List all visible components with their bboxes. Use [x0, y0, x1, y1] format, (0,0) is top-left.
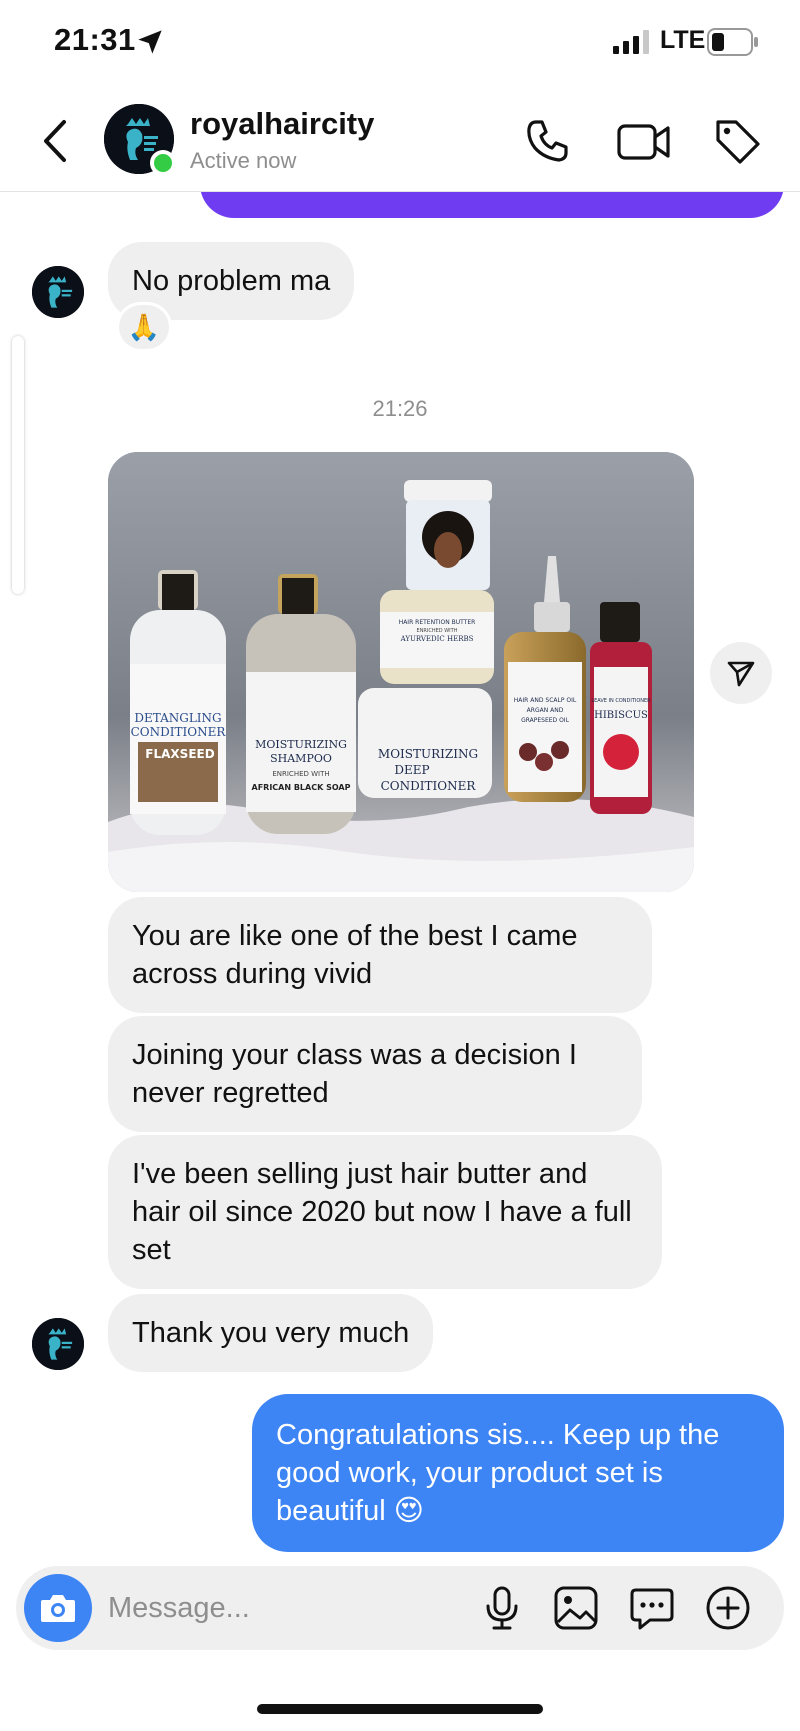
message-timestamp: 21:26 — [372, 396, 428, 421]
status-bar: 21:31 LTE — [0, 0, 800, 88]
signal-icon — [613, 30, 649, 54]
chat-header: royalhaircity Active now — [0, 88, 800, 192]
incoming-message[interactable]: You are like one of the best I came acro… — [108, 897, 652, 1013]
battery-icon — [707, 28, 758, 56]
dm-screen: 21:31 LTE royalhaircity Active now No pr… — [0, 0, 800, 1731]
product-label-text: AFRICAN BLACK SOAP — [252, 783, 351, 792]
product-label-text: ENRICHED WITH — [272, 770, 329, 778]
camera-button[interactable] — [24, 1574, 92, 1642]
phone-icon[interactable] — [522, 116, 572, 166]
incoming-message[interactable]: I've been selling just hair butter and h… — [108, 1135, 662, 1289]
back-icon[interactable] — [36, 116, 76, 166]
product-label-text: MOISTURIZING — [255, 738, 347, 751]
message-input[interactable] — [108, 1582, 468, 1634]
sticker-chat-icon[interactable] — [628, 1584, 676, 1632]
active-status-dot — [150, 150, 176, 176]
product-label-text: HIBISCUS — [594, 710, 648, 721]
contact-name[interactable]: royalhaircity — [190, 106, 374, 142]
scroll-indicator[interactable] — [12, 336, 24, 594]
product-label-text: DEEP — [394, 763, 429, 777]
product-label-text: MOISTURIZING — [378, 747, 478, 761]
reaction-badge[interactable]: 🙏 — [116, 302, 172, 352]
product-set-image: DETANGLING CONDITIONER FLAXSEED MOISTURI… — [108, 452, 694, 892]
product-photo[interactable]: DETANGLING CONDITIONER FLAXSEED MOISTURI… — [108, 452, 694, 892]
product-label-text: CONDITIONER — [381, 779, 477, 793]
brand-logo-icon — [32, 1318, 84, 1370]
product-label-text: CONDITIONER — [131, 725, 227, 739]
product-label-text: HAIR AND SCALP OIL — [514, 697, 577, 704]
product-label-text: FLAXSEED — [145, 747, 214, 761]
product-label-text: ENRICHED WITH — [417, 628, 458, 634]
sender-avatar[interactable] — [32, 266, 84, 318]
home-indicator[interactable] — [257, 1704, 543, 1714]
product-label-text: SHAMPOO — [270, 752, 332, 765]
microphone-icon[interactable] — [478, 1584, 526, 1632]
video-camera-icon[interactable] — [616, 116, 672, 166]
plus-icon[interactable] — [704, 1584, 752, 1632]
product-label-text: HAIR RETENTION BUTTER — [399, 619, 476, 626]
incoming-message[interactable]: Thank you very much — [108, 1294, 434, 1372]
product-label-text: GRAPESEED OIL — [521, 717, 569, 724]
location-arrow-icon — [138, 30, 162, 54]
sender-avatar[interactable] — [32, 1318, 84, 1370]
brand-logo-icon — [32, 266, 84, 318]
message-composer — [16, 1566, 784, 1650]
product-label-text: ARGAN AND — [527, 707, 564, 714]
network-type: LTE — [660, 26, 706, 54]
product-label-text: DETANGLING — [134, 711, 221, 725]
status-time: 21:31 — [54, 22, 136, 57]
gallery-icon[interactable] — [552, 1584, 600, 1632]
camera-icon — [41, 1595, 75, 1622]
product-label-text: AYURVEDIC HERBS — [400, 635, 474, 643]
send-arrow-icon — [727, 661, 755, 687]
contact-activity-status: Active now — [190, 148, 297, 173]
tag-icon[interactable] — [712, 116, 762, 166]
incoming-message[interactable]: Joining your class was a decision I neve… — [108, 1016, 642, 1132]
outgoing-message[interactable]: Congratulations sis.... Keep up the good… — [252, 1394, 784, 1552]
share-button[interactable] — [710, 642, 772, 704]
product-label-text: LEAVE IN CONDITIONER — [591, 698, 651, 704]
